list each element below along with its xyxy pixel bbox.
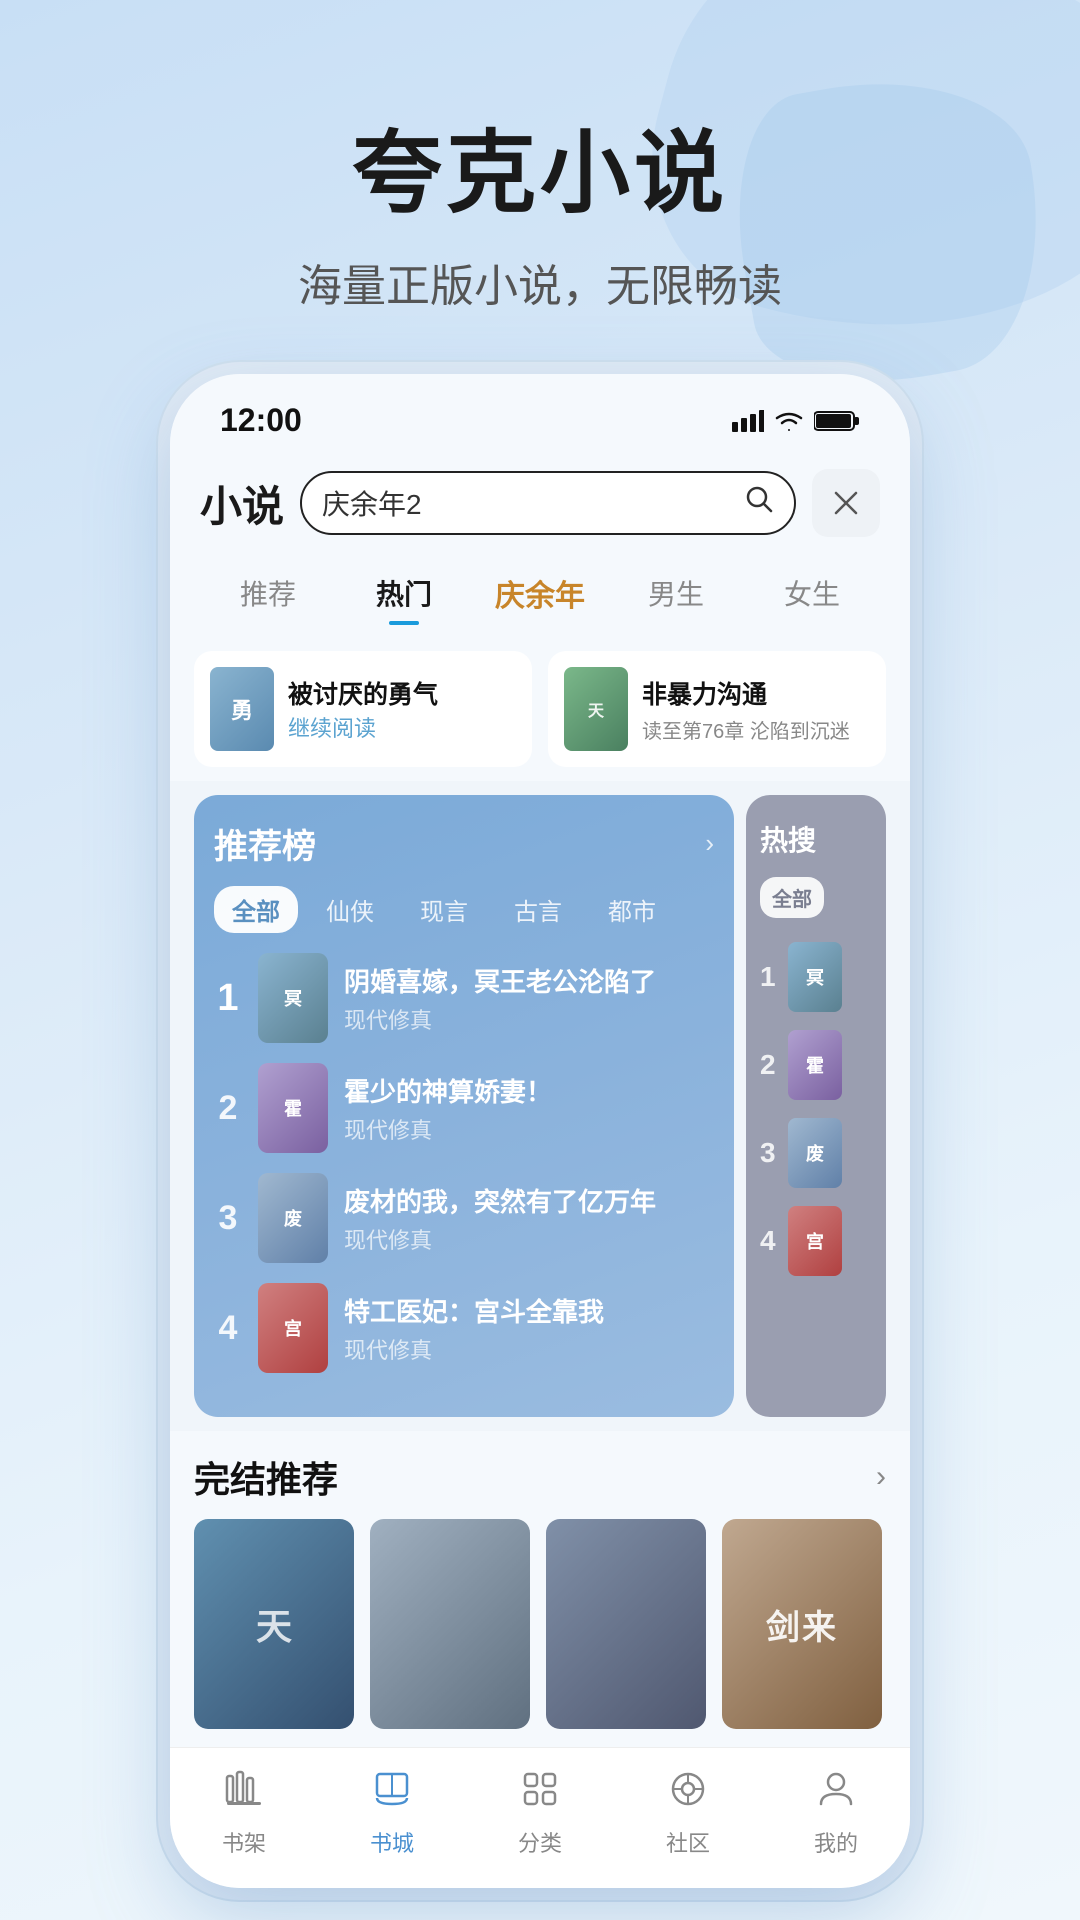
signal-icon <box>732 410 764 432</box>
battery-icon <box>814 410 860 432</box>
bookstore-icon <box>371 1768 413 1820</box>
category-icon <box>519 1768 561 1820</box>
filter-xianxia[interactable]: 仙侠 <box>308 886 392 933</box>
search-bar[interactable]: 庆余年2 <box>300 471 796 535</box>
phone-mockup: 12:00 小说 庆余年 <box>170 374 910 1888</box>
recommend-filters: 全部 仙侠 现言 古言 都市 <box>214 886 714 933</box>
nav-bookstore-label: 书城 <box>370 1826 414 1858</box>
completed-cover-1: 天 <box>194 1519 354 1729</box>
nav-profile-label: 我的 <box>814 1826 858 1858</box>
tab-recommend[interactable]: 推荐 <box>200 565 336 621</box>
book-cover-1: 勇 <box>210 667 274 751</box>
completed-cover-3 <box>546 1519 706 1729</box>
hot-item-1[interactable]: 1 冥 <box>760 942 872 1012</box>
completed-books: 天 剑来 <box>194 1519 886 1737</box>
completed-cover-2 <box>370 1519 530 1729</box>
completed-arrow[interactable]: › <box>876 1460 886 1494</box>
filter-all[interactable]: 全部 <box>214 886 298 933</box>
profile-icon <box>815 1768 857 1820</box>
hot-cover-4: 宫 <box>788 1206 842 1276</box>
rank-cover-2: 霍 <box>258 1063 328 1153</box>
completed-header: 完结推荐 › <box>194 1451 886 1503</box>
rank-book-4[interactable]: 4 宫 特工医妃：宫斗全靠我 现代修真 <box>214 1283 714 1373</box>
rank-info-3: 废材的我，突然有了亿万年 现代修真 <box>344 1182 714 1255</box>
tab-female[interactable]: 女生 <box>744 565 880 621</box>
bookshelf-icon <box>223 1768 265 1820</box>
hot-cover-2: 霍 <box>788 1030 842 1100</box>
rank-book-1[interactable]: 1 冥 阴婚喜嫁，冥王老公沦陷了 现代修真 <box>214 953 714 1043</box>
rank-book-2[interactable]: 2 霍 霍少的神算娇妻！ 现代修真 <box>214 1063 714 1153</box>
book-info-1: 被讨厌的勇气 继续阅读 <box>288 675 516 743</box>
tab-hot[interactable]: 热门 <box>336 565 472 621</box>
filter-xiandai[interactable]: 现言 <box>402 886 486 933</box>
completed-book-2[interactable] <box>370 1519 530 1737</box>
completed-book-3[interactable] <box>546 1519 706 1737</box>
app-header: 小说 庆余年2 <box>170 449 910 553</box>
completed-section: 完结推荐 › 天 剑来 <box>170 1431 910 1747</box>
recent-books: 勇 被讨厌的勇气 继续阅读 天 非暴力沟通 读至第76章 沦陷到沉迷 <box>170 637 910 781</box>
wifi-icon <box>774 409 804 433</box>
tab-special[interactable]: 庆余年 <box>472 563 608 623</box>
rank-book-3[interactable]: 3 废 废材的我，突然有了亿万年 现代修真 <box>214 1173 714 1263</box>
nav-bookshelf-label: 书架 <box>222 1826 266 1858</box>
close-button[interactable] <box>812 469 880 537</box>
rank-cover-1: 冥 <box>258 953 328 1043</box>
completed-cover-4: 剑来 <box>722 1519 882 1729</box>
panels-row: 推荐榜 › 全部 仙侠 现言 古言 都市 1 冥 阴婚喜嫁，冥王老公沦陷了 现代… <box>170 781 910 1431</box>
hot-item-4[interactable]: 4 宫 <box>760 1206 872 1276</box>
rank-cover-3: 废 <box>258 1173 328 1263</box>
hot-cover-3: 废 <box>788 1118 842 1188</box>
book-cover-2: 天 <box>564 667 628 751</box>
rank-info-1: 阴婚喜嫁，冥王老公沦陷了 现代修真 <box>344 962 714 1035</box>
nav-profile[interactable]: 我的 <box>762 1768 910 1858</box>
recent-book-2[interactable]: 天 非暴力沟通 读至第76章 沦陷到沉迷 <box>548 651 886 767</box>
rank-info-2: 霍少的神算娇妻！ 现代修真 <box>344 1072 714 1145</box>
app-subtitle: 海量正版小说，无限畅读 <box>0 250 1080 314</box>
tab-nav: 推荐 热门 庆余年 男生 女生 <box>170 553 910 637</box>
nav-bookstore[interactable]: 书城 <box>318 1768 466 1858</box>
recommend-arrow[interactable]: › <box>705 828 714 859</box>
community-icon <box>667 1768 709 1820</box>
nav-category-label: 分类 <box>518 1826 562 1858</box>
status-time: 12:00 <box>220 402 302 439</box>
nav-community-label: 社区 <box>666 1826 710 1858</box>
recent-book-1[interactable]: 勇 被讨厌的勇气 继续阅读 <box>194 651 532 767</box>
status-bar: 12:00 <box>170 374 910 449</box>
hot-panel: 热搜 全部 1 冥 2 霍 3 废 <box>746 795 886 1417</box>
rank-info-4: 特工医妃：宫斗全靠我 现代修真 <box>344 1292 714 1365</box>
completed-book-1[interactable]: 天 <box>194 1519 354 1737</box>
nav-community[interactable]: 社区 <box>614 1768 762 1858</box>
search-icon[interactable] <box>744 484 774 522</box>
tab-male[interactable]: 男生 <box>608 565 744 621</box>
book-info-2: 非暴力沟通 读至第76章 沦陷到沉迷 <box>642 675 870 744</box>
app-title: 夸克小说 <box>0 100 1080 230</box>
filter-dushi[interactable]: 都市 <box>590 886 674 933</box>
hot-filters: 全部 <box>760 877 872 926</box>
bottom-nav: 书架 书城 分类 <box>170 1747 910 1888</box>
rank-cover-4: 宫 <box>258 1283 328 1373</box>
recommend-panel-header: 推荐榜 › <box>214 819 714 868</box>
nav-category[interactable]: 分类 <box>466 1768 614 1858</box>
hot-item-2[interactable]: 2 霍 <box>760 1030 872 1100</box>
nav-bookshelf[interactable]: 书架 <box>170 1768 318 1858</box>
hot-item-3[interactable]: 3 废 <box>760 1118 872 1188</box>
status-icons <box>732 409 860 433</box>
search-text: 庆余年2 <box>322 483 734 523</box>
recommend-panel: 推荐榜 › 全部 仙侠 现言 古言 都市 1 冥 阴婚喜嫁，冥王老公沦陷了 现代… <box>194 795 734 1417</box>
hot-cover-1: 冥 <box>788 942 842 1012</box>
filter-guyan[interactable]: 古言 <box>496 886 580 933</box>
completed-book-4[interactable]: 剑来 <box>722 1519 882 1737</box>
hot-filter-all[interactable]: 全部 <box>760 877 824 918</box>
app-logo: 小说 <box>200 473 284 534</box>
